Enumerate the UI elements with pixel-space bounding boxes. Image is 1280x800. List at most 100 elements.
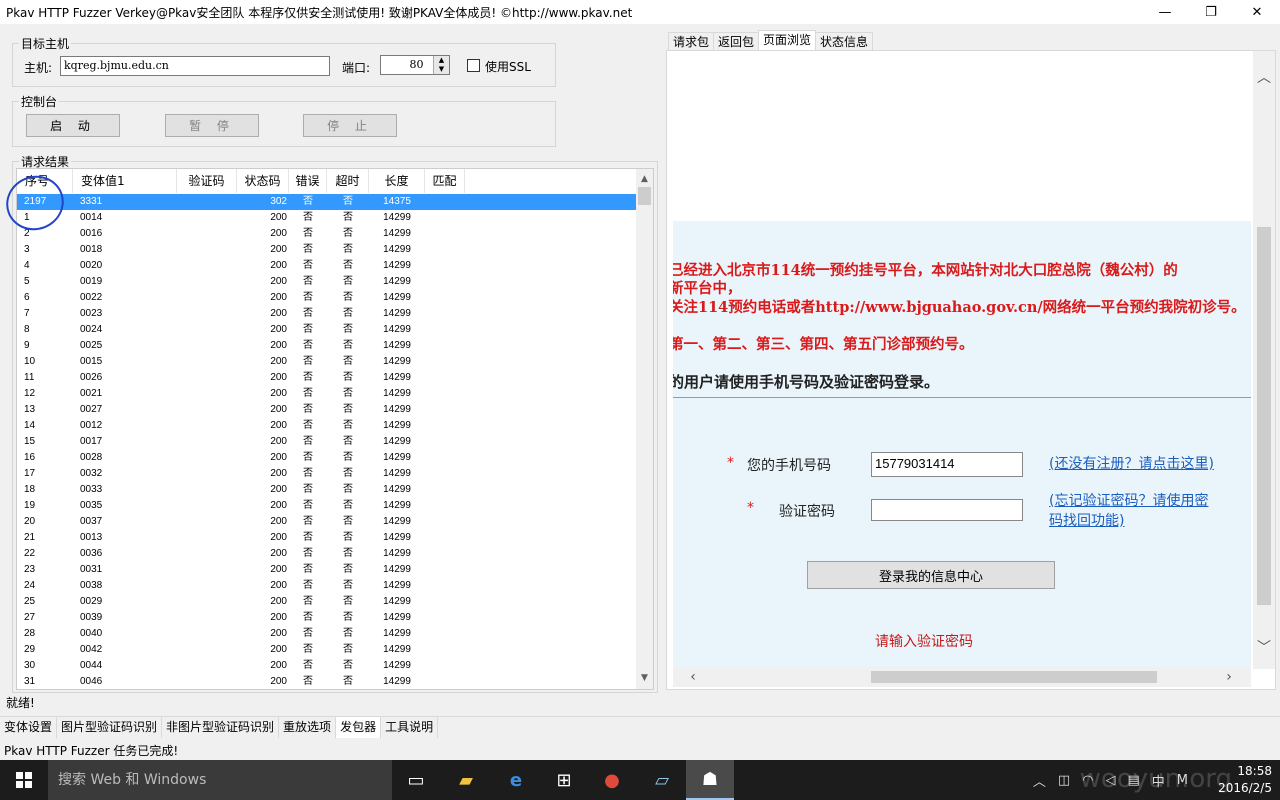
preview-scroll-up-icon[interactable]: ︿: [1253, 67, 1275, 87]
taskbar-search[interactable]: 搜索 Web 和 Windows: [48, 760, 392, 800]
col-header-status[interactable]: 状态码: [237, 169, 289, 193]
table-row[interactable]: 8 0024 200 否 否 14299: [17, 322, 637, 338]
notification-icon[interactable]: ▤: [1127, 773, 1139, 788]
ssl-checkbox[interactable]: [467, 59, 480, 72]
maximize-button[interactable]: ❐: [1188, 0, 1234, 24]
col-header-length[interactable]: 长度: [369, 169, 425, 193]
results-scrollbar[interactable]: ▲ ▼: [636, 169, 653, 689]
table-row[interactable]: 24 0038 200 否 否 14299: [17, 578, 637, 594]
table-row[interactable]: 23 0031 200 否 否 14299: [17, 562, 637, 578]
preview-scroll-right-icon[interactable]: ›: [1219, 667, 1239, 687]
table-row[interactable]: 17 0032 200 否 否 14299: [17, 466, 637, 482]
host-input[interactable]: kqreg.bjmu.edu.cn: [60, 56, 330, 76]
table-row[interactable]: 14 0012 200 否 否 14299: [17, 418, 637, 434]
preview-vscrollbar[interactable]: ︿ ﹀: [1253, 51, 1275, 669]
table-row[interactable]: 13 0027 200 否 否 14299: [17, 402, 637, 418]
forgot-link-1[interactable]: (忘记验证密码？请使用密: [1049, 491, 1208, 511]
notepad-icon[interactable]: ▱: [638, 760, 686, 800]
stop-button[interactable]: 停 止: [303, 114, 397, 137]
wifi-icon[interactable]: ◠: [1082, 773, 1093, 788]
table-row[interactable]: 19 0035 200 否 否 14299: [17, 498, 637, 514]
col-header-captcha[interactable]: 验证码: [177, 169, 237, 193]
scroll-down-icon[interactable]: ▼: [636, 670, 653, 687]
table-row[interactable]: 31 0046 200 否 否 14299: [17, 674, 637, 689]
table-row[interactable]: 20 0037 200 否 否 14299: [17, 514, 637, 530]
start-button[interactable]: 启 动: [26, 114, 120, 137]
preview-hscrollbar[interactable]: ‹ ›: [673, 667, 1251, 687]
table-row[interactable]: 7 0023 200 否 否 14299: [17, 306, 637, 322]
preview-vscroll-thumb[interactable]: [1257, 227, 1271, 605]
table-row[interactable]: 21 0013 200 否 否 14299: [17, 530, 637, 546]
table-row[interactable]: 9 0025 200 否 否 14299: [17, 338, 637, 354]
volume-icon[interactable]: ◁: [1105, 773, 1115, 788]
col-header-index[interactable]: 序号: [17, 169, 73, 193]
edge-browser-icon[interactable]: e: [492, 760, 540, 800]
register-link[interactable]: (还没有注册？请点击这里): [1049, 454, 1214, 474]
preview-hscroll-thumb[interactable]: [871, 671, 1157, 683]
table-row[interactable]: 2197 3331 302 否 否 14375: [17, 194, 637, 210]
table-row[interactable]: 11 0026 200 否 否 14299: [17, 370, 637, 386]
ime-indicator[interactable]: 中: [1152, 771, 1165, 790]
minimize-button[interactable]: —: [1142, 0, 1188, 24]
col-header-match[interactable]: 匹配: [425, 169, 465, 193]
table-row[interactable]: 15 0017 200 否 否 14299: [17, 434, 637, 450]
table-row[interactable]: 4 0020 200 否 否 14299: [17, 258, 637, 274]
chrome-icon[interactable]: ●: [588, 760, 636, 800]
col-header-variant[interactable]: 变体值1: [73, 169, 177, 193]
results-list[interactable]: 序号 变体值1 验证码 状态码 错误 超时 长度 匹配 2197 3331 302 否…: [16, 168, 654, 690]
windows-start-icon[interactable]: [0, 760, 48, 800]
table-row[interactable]: 1 0014 200 否 否 14299: [17, 210, 637, 226]
response-tab[interactable]: 请求包: [668, 32, 715, 52]
preview-scroll-down-icon[interactable]: ﹀: [1253, 637, 1275, 657]
table-row[interactable]: 25 0029 200 否 否 14299: [17, 594, 637, 610]
bottom-tab[interactable]: 工具说明: [381, 717, 439, 738]
table-row[interactable]: 6 0022 200 否 否 14299: [17, 290, 637, 306]
bottom-tab[interactable]: 非图片型验证码识别: [162, 717, 280, 738]
cell-index: 30: [24, 660, 36, 671]
code-input[interactable]: [871, 499, 1023, 521]
bottom-tab[interactable]: 变体设置: [0, 717, 58, 738]
tray-expand-icon[interactable]: ︿: [1033, 771, 1046, 790]
col-header-error[interactable]: 错误: [289, 169, 327, 193]
response-tab[interactable]: 状态信息: [815, 32, 874, 52]
col-header-timeout[interactable]: 超时: [327, 169, 369, 193]
preview-scroll-left-icon[interactable]: ‹: [683, 667, 703, 687]
table-row[interactable]: 27 0039 200 否 否 14299: [17, 610, 637, 626]
cell-variant: 0012: [80, 420, 103, 431]
login-button[interactable]: 登录我的信息中心: [807, 561, 1055, 589]
forgot-link-2[interactable]: 码找回功能): [1049, 511, 1124, 531]
table-row[interactable]: 2 0016 200 否 否 14299: [17, 226, 637, 242]
table-row[interactable]: 16 0028 200 否 否 14299: [17, 450, 637, 466]
table-row[interactable]: 12 0021 200 否 否 14299: [17, 386, 637, 402]
port-spinner[interactable]: ▲ ▼: [433, 56, 449, 74]
bottom-tab[interactable]: 重放选项: [279, 717, 337, 738]
table-row[interactable]: 22 0036 200 否 否 14299: [17, 546, 637, 562]
response-tab[interactable]: 页面浏览: [758, 30, 817, 52]
response-tab[interactable]: 返回包: [713, 32, 760, 52]
table-row[interactable]: 3 0018 200 否 否 14299: [17, 242, 637, 258]
task-view-icon[interactable]: ▭: [392, 760, 440, 800]
pkav-fuzzer-taskbar-icon[interactable]: ☗: [686, 760, 734, 800]
table-row[interactable]: 29 0042 200 否 否 14299: [17, 642, 637, 658]
cell-variant: 0038: [80, 580, 103, 591]
file-explorer-icon[interactable]: ▰: [442, 760, 490, 800]
table-row[interactable]: 18 0033 200 否 否 14299: [17, 482, 637, 498]
ime-mode-indicator[interactable]: M: [1177, 773, 1188, 788]
cell-captcha: [177, 402, 237, 418]
cell-status: 200: [270, 276, 287, 287]
bottom-tab[interactable]: 发包器: [336, 717, 382, 738]
required-star-phone: *: [727, 455, 734, 471]
pause-button[interactable]: 暂 停: [165, 114, 259, 137]
taskbar-clock[interactable]: 18:58 2016/2/5: [1218, 763, 1272, 797]
scroll-up-icon[interactable]: ▲: [636, 171, 653, 188]
table-row[interactable]: 10 0015 200 否 否 14299: [17, 354, 637, 370]
phone-input[interactable]: 15779031414: [871, 452, 1023, 477]
network-icon[interactable]: ◫: [1058, 773, 1070, 788]
table-row[interactable]: 5 0019 200 否 否 14299: [17, 274, 637, 290]
table-row[interactable]: 28 0040 200 否 否 14299: [17, 626, 637, 642]
store-icon[interactable]: ⊞: [540, 760, 588, 800]
bottom-tab[interactable]: 图片型验证码识别: [57, 717, 163, 738]
close-button[interactable]: ✕: [1234, 0, 1280, 24]
scroll-thumb[interactable]: [638, 187, 651, 205]
table-row[interactable]: 30 0044 200 否 否 14299: [17, 658, 637, 674]
